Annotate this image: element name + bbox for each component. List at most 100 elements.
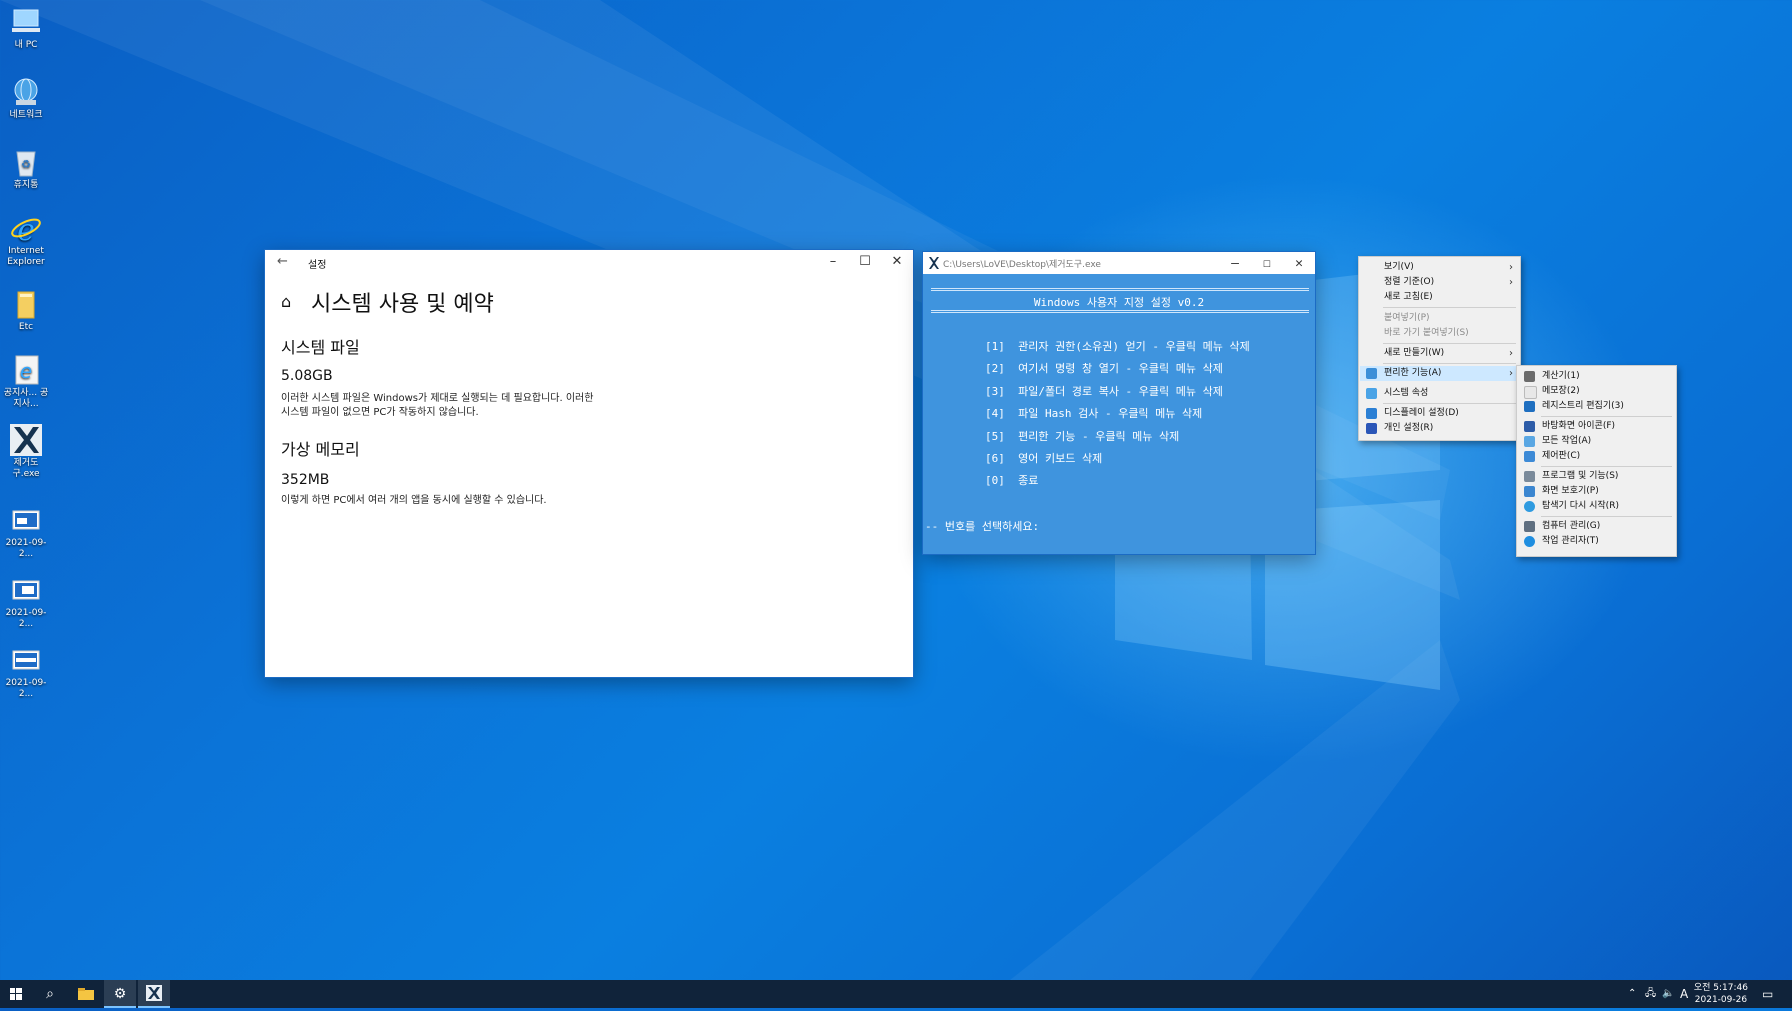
- home-icon[interactable]: ⌂: [281, 292, 291, 311]
- menu-item-new[interactable]: 새로 만들기(W) ›: [1360, 346, 1519, 361]
- section-heading: 가상 메모리: [281, 440, 360, 459]
- console-menu-item: [3] 파일/폴더 경로 복사 - 우클릭 메뉴 삭제: [985, 385, 1223, 398]
- image-file-icon: [10, 504, 42, 536]
- etc-folder-icon[interactable]: Etc: [2, 288, 50, 333]
- settings-window-title: 설정: [308, 260, 327, 271]
- convenient-features-submenu[interactable]: 계산기(1) 메모장(2) 레지스트리 편집기(3) 바탕화면 아이콘(F) 모…: [1516, 365, 1677, 557]
- computer-management-icon: [1524, 521, 1535, 532]
- this-pc-icon[interactable]: 내 PC: [2, 6, 50, 51]
- display-icon: [1366, 408, 1377, 419]
- monitor-icon: [1366, 388, 1377, 399]
- image-file-icon: [10, 574, 42, 606]
- menu-item-personalize[interactable]: 개인 설정(R): [1360, 421, 1519, 436]
- desktop-icon-label: 내 PC: [14, 40, 38, 50]
- maximize-button[interactable]: ☐: [849, 250, 881, 274]
- clock[interactable]: 오전 5:17:46 2021-09-26: [1694, 982, 1748, 1006]
- network-tray-icon[interactable]: 🖧: [1645, 980, 1656, 1008]
- menu-item-paste-shortcut: 바로 가기 붙여넣기(S): [1384, 328, 1469, 338]
- menu-item-view[interactable]: 보기(V) ›: [1360, 260, 1519, 275]
- submenu-item-computer-management[interactable]: 컴퓨터 관리(G): [1518, 519, 1675, 534]
- globe-icon: [10, 76, 42, 108]
- x-logo-icon: [146, 985, 162, 1001]
- clock-date: 2021-09-26: [1694, 995, 1748, 1005]
- console-prompt[interactable]: -- 번호를 선택하세요:: [925, 518, 1039, 534]
- search-button[interactable]: ⌕: [34, 980, 66, 1008]
- file-explorer-button[interactable]: [70, 980, 102, 1008]
- remover-tool-taskbar-button[interactable]: [138, 980, 170, 1008]
- desktop-context-menu[interactable]: 보기(V) › 정렬 기준(O) › 새로 고침(E) 붙여넣기(P) 바로 가기 …: [1358, 256, 1521, 441]
- menu-separator: [1383, 403, 1516, 404]
- all-tasks-icon: [1524, 436, 1535, 447]
- screensaver-icon: [1524, 486, 1535, 497]
- console-header: Windows 사용자 지정 설정 v0.2: [1033, 296, 1205, 309]
- menu-item-convenient-features[interactable]: 편리한 기능(A) ›: [1360, 366, 1519, 381]
- maximize-button[interactable]: ☐: [1251, 252, 1283, 276]
- divider: [931, 310, 1309, 313]
- submenu-item-calculator[interactable]: 계산기(1): [1518, 369, 1675, 384]
- close-button[interactable]: ✕: [1283, 252, 1315, 276]
- submenu-item-restart-explorer[interactable]: 탐색기 다시 시작(R): [1518, 499, 1675, 514]
- screenshot-file-icon[interactable]: 2021-09-2...: [2, 574, 50, 630]
- calculator-icon: [1524, 371, 1535, 382]
- back-arrow-icon[interactable]: ←: [277, 254, 288, 269]
- network-icon[interactable]: 네트워크: [2, 76, 50, 121]
- desktop-icon-label: 휴지통: [13, 180, 39, 190]
- menu-item-sort-by[interactable]: 정렬 기준(O) ›: [1360, 275, 1519, 290]
- submenu-item-control-panel[interactable]: 제어판(C): [1518, 449, 1675, 464]
- refresh-icon: [1524, 501, 1535, 512]
- section-description: 이렇게 하면 PC에서 여러 개의 앱을 동시에 실행할 수 있습니다.: [281, 495, 547, 506]
- console-menu-item: [2] 여기서 명령 창 열기 - 우클릭 메뉴 삭제: [985, 362, 1223, 375]
- gear-icon: ⚙: [113, 986, 127, 1002]
- submenu-item-desktop-icons[interactable]: 바탕화면 아이콘(F): [1518, 419, 1675, 434]
- task-manager-icon: [1524, 536, 1535, 547]
- menu-item-system-properties[interactable]: 시스템 속성: [1360, 386, 1519, 401]
- menu-item-display-settings[interactable]: 디스플레이 설정(D): [1360, 406, 1519, 421]
- section-heading: 시스템 파일: [281, 338, 360, 357]
- menu-item-paste: 붙여넣기(P): [1384, 313, 1430, 323]
- notification-icon[interactable]: ▭: [1762, 980, 1773, 1008]
- remover-tool-icon[interactable]: 제거도구.exe: [2, 424, 50, 480]
- submenu-item-screensaver[interactable]: 화면 보호기(P): [1518, 484, 1675, 499]
- internet-explorer-icon[interactable]: e Internet Explorer: [2, 212, 50, 268]
- virtual-memory-size: 352MB: [281, 472, 330, 488]
- settings-window[interactable]: ← 설정 – ☐ ✕ ⌂ 시스템 사용 및 예약 시스템 파일 5.08GB 이…: [265, 250, 913, 677]
- input-method-indicator[interactable]: A: [1680, 980, 1688, 1008]
- settings-titlebar[interactable]: ← 설정 – ☐ ✕: [265, 250, 913, 274]
- ie-shortcut-icon[interactable]: e 공지사... 공지사...: [2, 354, 50, 410]
- taskbar: ⌕ ⚙ ⌃ 🖧 🔈 A 오전 5:17:46 2021-09-26 ▭: [0, 980, 1792, 1008]
- desktop-icons-icon: [1524, 421, 1535, 432]
- recycle-bin-icon[interactable]: ♻ 휴지통: [2, 146, 50, 191]
- submenu-item-task-manager[interactable]: 작업 관리자(T): [1518, 534, 1675, 549]
- chevron-up-icon[interactable]: ⌃: [1628, 980, 1636, 1008]
- minimize-button[interactable]: –: [1219, 252, 1251, 276]
- submenu-item-notepad[interactable]: 메모장(2): [1518, 384, 1675, 399]
- minimize-button[interactable]: –: [817, 250, 849, 274]
- screenshot-file-icon[interactable]: 2021-09-2...: [2, 504, 50, 560]
- chevron-right-icon: ›: [1509, 262, 1513, 273]
- svg-text:♻: ♻: [21, 158, 31, 171]
- settings-taskbar-button[interactable]: ⚙: [104, 980, 136, 1008]
- close-button[interactable]: ✕: [881, 250, 913, 274]
- screenshot-file-icon[interactable]: 2021-09-2...: [2, 644, 50, 700]
- submenu-item-regedit[interactable]: 레지스트리 편집기(3): [1518, 399, 1675, 414]
- menu-separator: [1383, 363, 1516, 364]
- volume-icon[interactable]: 🔈: [1662, 980, 1674, 1008]
- menu-separator: [1383, 307, 1516, 308]
- submenu-item-all-tasks[interactable]: 모든 작업(A): [1518, 434, 1675, 449]
- chevron-right-icon: ›: [1509, 368, 1513, 379]
- section-description: 이러한 시스템 파일은 Windows가 제대로 실행되는 데 필요합니다. 이…: [281, 393, 594, 418]
- menu-item-refresh[interactable]: 새로 고침(E): [1360, 290, 1519, 305]
- system-files-size: 5.08GB: [281, 368, 333, 384]
- divider: [931, 288, 1309, 291]
- ie-logo-icon: e: [10, 212, 42, 248]
- search-icon: ⌕: [46, 986, 54, 1002]
- console-window[interactable]: C:\Users\LoVE\Desktop\제거도구.exe – ☐ ✕ Win…: [923, 252, 1315, 554]
- programs-icon: [1524, 471, 1535, 482]
- chevron-right-icon: ›: [1509, 348, 1513, 359]
- desktop-icon-label: Internet Explorer: [7, 246, 45, 267]
- console-titlebar[interactable]: C:\Users\LoVE\Desktop\제거도구.exe – ☐ ✕: [923, 252, 1315, 274]
- submenu-item-programs-features[interactable]: 프로그램 및 기능(S): [1518, 469, 1675, 484]
- menu-separator: [1541, 466, 1672, 467]
- console-menu-item: [4] 파일 Hash 검사 - 우클릭 메뉴 삭제: [985, 407, 1203, 420]
- start-button[interactable]: [0, 980, 32, 1008]
